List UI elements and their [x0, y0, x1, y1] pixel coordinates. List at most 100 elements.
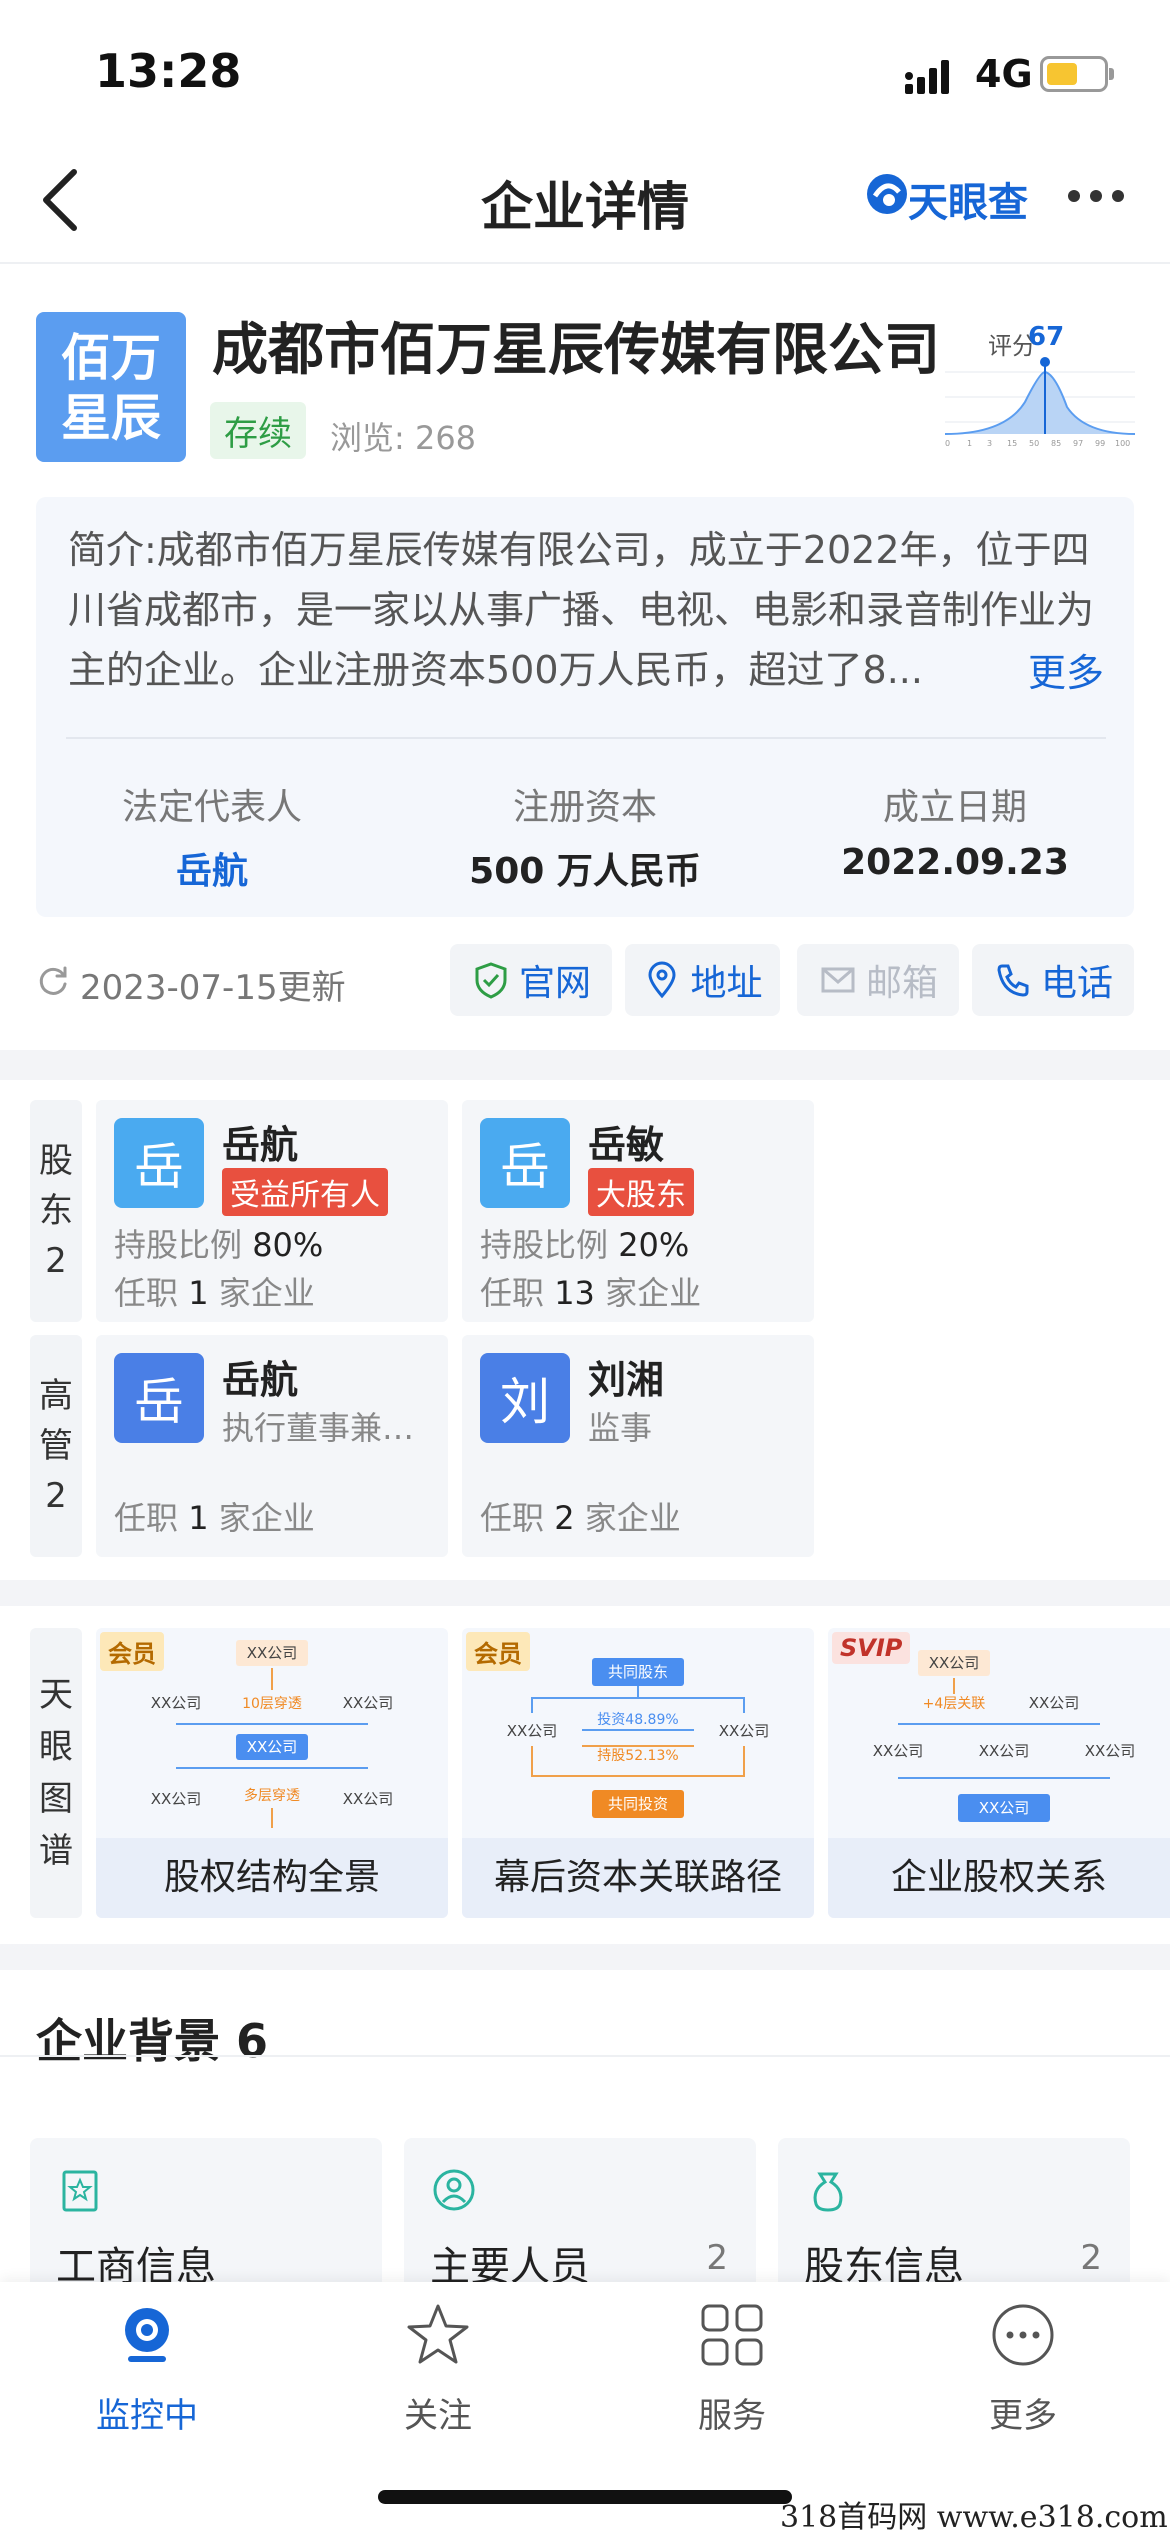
tab-label: 服务 [698, 2396, 766, 2436]
diagram-node: XX公司 [979, 1742, 1030, 1760]
score-axis-tick: 85 [1051, 439, 1061, 447]
positions-count: 任职 1 家企业 [114, 1274, 315, 1312]
diagram-node: XX公司 [1085, 1742, 1136, 1760]
diagram-label: 10层穿透 [242, 1696, 302, 1712]
company-name: 成都市佰万星辰传媒有限公司 [212, 318, 940, 383]
section-gap [0, 1944, 1170, 1970]
score-axis-tick: 100 [1115, 439, 1130, 447]
phone-button[interactable]: 电话 [972, 944, 1134, 1016]
signal-icon [905, 60, 949, 94]
avatar: 岳 [480, 1118, 570, 1208]
shield-check-icon [475, 962, 507, 999]
score-axis-tick: 50 [1029, 439, 1039, 447]
score-axis-tick: 1 [967, 439, 972, 447]
home-indicator[interactable] [378, 2490, 792, 2504]
phone-icon [997, 964, 1029, 997]
founded-date-label: 成立日期 [882, 787, 1027, 828]
diagram-label: +4层关联 [923, 1696, 986, 1712]
major-shareholder-tag: 大股东 [588, 1168, 694, 1216]
certificate-icon [62, 2170, 98, 2212]
tianyancha-logo-icon [867, 174, 907, 214]
diagram-node: XX公司 [979, 1799, 1030, 1817]
grid-icon [701, 2304, 763, 2366]
executive-card[interactable]: 岳 岳航 执行董事兼… 任职 1 家企业 [96, 1335, 448, 1557]
legal-rep-value[interactable]: 岳航 [62, 842, 362, 894]
diagram-node: XX公司 [1029, 1694, 1080, 1712]
share-ratio: 持股比例 80% [114, 1226, 324, 1264]
business-info-card[interactable]: 工商信息 [30, 2138, 382, 2298]
more-circle-icon [992, 2304, 1054, 2366]
graph-card-title: 股权结构全景 [96, 1838, 448, 1918]
member-badge: 会员 [466, 1632, 530, 1671]
more-options-icon[interactable] [1068, 190, 1128, 204]
equity-structure-card[interactable]: XX公司 XX公司 XX公司 10层穿透 XX公司 XX公司 多层穿透 XX公司… [96, 1628, 448, 1918]
email-button[interactable]: 邮箱 [797, 944, 959, 1016]
tab-label: 关注 [404, 2396, 472, 2436]
section-gap [0, 1050, 1170, 1080]
graph-card-title: 幕后资本关联路径 [462, 1838, 814, 1918]
executives-label[interactable]: 高管2 [30, 1335, 82, 1557]
network-type: 4G [975, 52, 1033, 96]
diagram-node: XX公司 [507, 1722, 558, 1740]
avatar: 刘 [480, 1353, 570, 1443]
person-circle-icon [433, 2169, 475, 2211]
score-axis-tick: 3 [987, 439, 992, 447]
share-ratio: 持股比例 20% [480, 1226, 690, 1264]
shareholder-card[interactable]: 岳 岳航 受益所有人 持股比例 80% 任职 1 家企业 [96, 1100, 448, 1322]
svip-badge: SVIP [832, 1632, 911, 1664]
intro-more-link[interactable]: 更多 [1020, 642, 1105, 697]
executive-name: 刘湘 [588, 1358, 665, 1402]
score-distribution-chart[interactable]: 0 1 3 15 50 85 97 99 100 [945, 352, 1135, 447]
legal-rep-label: 法定代表人 [121, 787, 302, 828]
diagram-label: 持股52.13% [597, 1748, 678, 1764]
tab-services[interactable]: 服务 [657, 2300, 807, 2437]
mail-icon [821, 967, 855, 993]
website-button[interactable]: 官网 [450, 944, 612, 1016]
shareholder-name: 岳航 [222, 1123, 299, 1167]
score-value: 67 [1028, 322, 1065, 352]
status-time: 13:28 [95, 44, 242, 98]
tab-label: 更多 [989, 2396, 1057, 2436]
card-count: 2 [1080, 2238, 1102, 2278]
score-axis-tick: 0 [945, 439, 950, 447]
key-personnel-card[interactable]: 主要人员 2 [404, 2138, 756, 2298]
beneficial-owner-tag: 受益所有人 [222, 1168, 388, 1216]
section-title: 企业背景 6 [36, 2014, 269, 2068]
capital-path-card[interactable]: 共同股东 XX公司 XX公司 投资48.89% 持股52.13% 共同投资 会员… [462, 1628, 814, 1918]
diagram-node: XX公司 [151, 1694, 202, 1712]
score-axis-tick: 97 [1073, 439, 1083, 447]
equity-relation-card[interactable]: XX公司 +4层关联 XX公司 XX公司 XX公司 XX公司 XX公司 SVIP… [828, 1628, 1170, 1918]
company-logo: 佰万 星辰 [36, 312, 186, 462]
reg-capital-value: 500 万人民币 [469, 851, 701, 892]
positions-count: 任职 1 家企业 [114, 1499, 315, 1537]
reg-capital-label: 注册资本 [512, 787, 657, 828]
positions-count: 任职 13 家企业 [480, 1274, 702, 1312]
tab-more[interactable]: 更多 [948, 2300, 1098, 2437]
money-bag-icon [813, 2172, 843, 2212]
positions-count: 任职 2 家企业 [480, 1499, 681, 1537]
executive-role: 执行董事兼… [222, 1409, 415, 1447]
address-button[interactable]: 地址 [625, 944, 780, 1016]
diagram-node: 共同股东 [608, 1663, 668, 1681]
diagram-node: 共同投资 [608, 1795, 668, 1813]
company-intro[interactable]: 简介:成都市佰万星辰传媒有限公司，成立于2022年，位于四川省成都市，是一家以从… [68, 520, 1108, 700]
graph-section-label[interactable]: 天眼图谱 [30, 1628, 82, 1918]
tab-follow[interactable]: 关注 [363, 2300, 513, 2437]
diagram-label: 投资48.89% [597, 1712, 678, 1728]
avatar: 岳 [114, 1118, 204, 1208]
diagram-node: XX公司 [247, 1738, 298, 1756]
shareholders-label[interactable]: 股东2 [30, 1100, 82, 1322]
diagram-node: XX公司 [343, 1790, 394, 1808]
tab-monitoring[interactable]: 监控中 [72, 2300, 222, 2437]
executive-role: 监事 [588, 1409, 653, 1447]
diagram-node: XX公司 [151, 1790, 202, 1808]
shareholder-card[interactable]: 岳 岳敏 大股东 持股比例 20% 任职 13 家企业 [462, 1100, 814, 1322]
founded-date-value: 2022.09.23 [841, 842, 1069, 883]
member-badge: 会员 [100, 1632, 164, 1671]
diagram-label: 多层穿透 [244, 1787, 300, 1804]
tab-label: 监控中 [96, 2396, 198, 2436]
update-date: 2023-07-15更新 [80, 968, 346, 1008]
shareholder-info-card[interactable]: 股东信息 2 [778, 2138, 1130, 2298]
score-axis-tick: 99 [1095, 439, 1105, 447]
executive-card[interactable]: 刘 刘湘 监事 任职 2 家企业 [462, 1335, 814, 1557]
